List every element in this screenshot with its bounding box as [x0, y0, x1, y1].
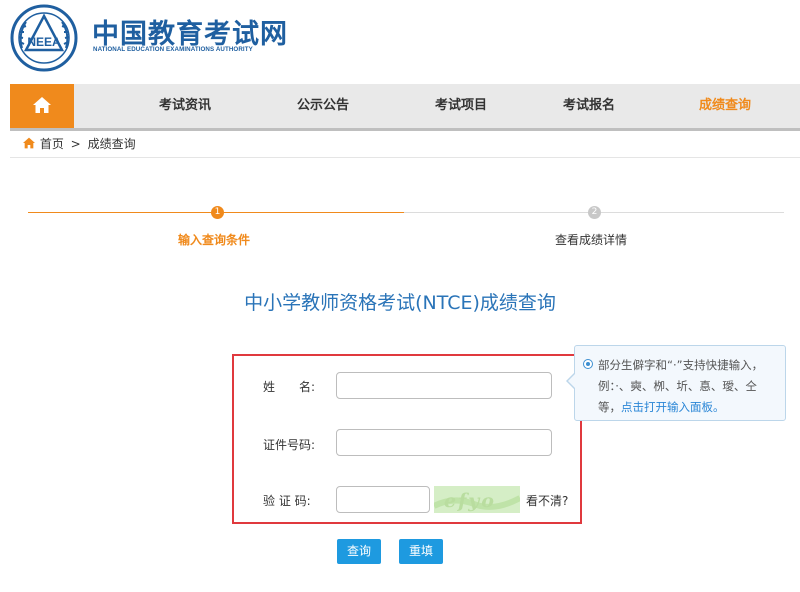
- captcha-input[interactable]: [336, 486, 430, 513]
- captcha-text: efyo: [444, 490, 496, 512]
- nav-item-score-query[interactable]: 成绩查询: [670, 84, 780, 128]
- step-1-marker: 1: [211, 206, 224, 219]
- breadcrumb-home-link[interactable]: 首页: [40, 137, 64, 151]
- captcha-image[interactable]: efyo: [434, 486, 520, 513]
- captcha-label: 验 证 码:: [263, 494, 311, 508]
- captcha-refresh-link[interactable]: 看不清?: [526, 492, 568, 509]
- neea-logo-icon[interactable]: NEEA: [10, 4, 78, 72]
- nav-item-registration[interactable]: 考试报名: [534, 84, 644, 128]
- nav-home-button[interactable]: [10, 84, 74, 128]
- step-2-label: 查看成绩详情: [555, 233, 628, 247]
- site-header: NEEA 中国教育考试网 NATIONAL EDUCATION EXAMINAT…: [0, 0, 800, 84]
- id-number-input[interactable]: [336, 429, 552, 456]
- breadcrumb-current: 成绩查询: [87, 137, 136, 151]
- reset-button[interactable]: 重填: [399, 539, 443, 564]
- breadcrumb-separator: >: [70, 137, 81, 151]
- nav-item-exam-news[interactable]: 考试资讯: [130, 84, 240, 128]
- tooltip-text: 部分生僻字和“·”支持快捷输入，例：·、奭、栁、圻、惪、璦、仝等，点击打开输入面…: [598, 355, 778, 418]
- nav-item-exam-projects[interactable]: 考试项目: [406, 84, 516, 128]
- name-label: 姓 名:: [263, 380, 316, 394]
- form-title: 中小学教师资格考试(NTCE)成绩查询: [244, 292, 556, 314]
- home-icon: [23, 137, 35, 149]
- home-icon: [33, 97, 51, 113]
- main-nav: 考试资讯 公示公告 考试项目 考试报名 成绩查询: [10, 84, 800, 128]
- radio-icon: [583, 359, 593, 369]
- logo-text: NEEA: [27, 35, 61, 49]
- name-input[interactable]: [336, 372, 552, 399]
- breadcrumb: 首页 > 成绩查询: [22, 134, 136, 154]
- id-number-label: 证件号码:: [263, 438, 316, 452]
- step-2-marker: 2: [588, 206, 601, 219]
- site-subtitle: NATIONAL EDUCATION EXAMINATIONS AUTHORIT…: [93, 46, 253, 53]
- open-input-panel-link[interactable]: 点击打开输入面板。: [621, 400, 725, 414]
- breadcrumb-divider: [10, 157, 800, 158]
- tooltip-arrow-fill: [568, 373, 576, 389]
- nav-item-announcements[interactable]: 公示公告: [268, 84, 378, 128]
- nav-divider: [10, 128, 800, 131]
- query-button[interactable]: 查询: [337, 539, 381, 564]
- step-1-label: 输入查询条件: [178, 233, 251, 247]
